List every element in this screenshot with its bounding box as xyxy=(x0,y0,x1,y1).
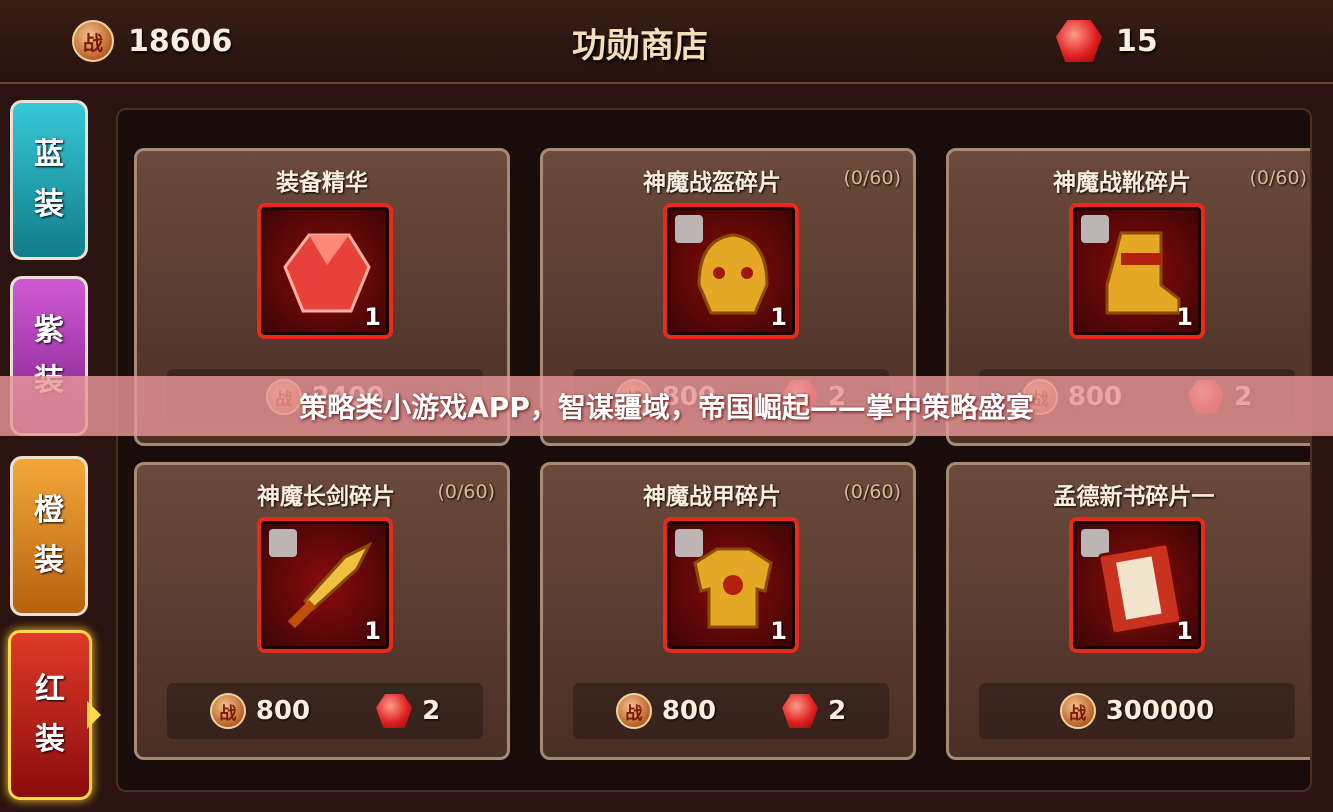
shop-item-card[interactable]: 神魔长剑碎片 (0/60) 1 战 800 2 xyxy=(134,462,510,760)
tab-label-top: 红 xyxy=(35,672,65,707)
gem-currency: 15 xyxy=(1056,20,1158,62)
item-quantity: 1 xyxy=(770,303,787,331)
price-gem: 2 xyxy=(422,696,441,726)
item-fragment-count: (0/60) xyxy=(1249,167,1308,189)
item-name: 神魔长剑碎片 xyxy=(257,484,395,510)
item-slot[interactable]: 1 xyxy=(257,517,393,653)
item-name: 神魔战盔碎片 xyxy=(643,170,781,196)
price-merit: 300000 xyxy=(1105,696,1215,726)
overlay-banner: 策略类小游戏APP，智谋疆域，帝国崛起——掌中策略盛宴 xyxy=(0,376,1333,436)
tab-label-top: 紫 xyxy=(34,313,64,348)
page-title: 功勋商店 xyxy=(572,26,708,66)
item-price: 战 800 2 xyxy=(167,683,483,739)
item-slot[interactable]: 1 xyxy=(663,517,799,653)
item-slot[interactable]: 1 xyxy=(1069,203,1205,339)
shop-panel: 装备精华 1 战 2400 神魔战盔碎片 (0/60) 1 战 800 xyxy=(116,108,1312,792)
item-name: 神魔战靴碎片 xyxy=(1053,170,1191,196)
ruby-gem-icon xyxy=(376,694,413,728)
item-slot[interactable]: 1 xyxy=(257,203,393,339)
merit-coin-icon: 战 xyxy=(615,693,652,729)
shop-item-card[interactable]: 孟德新书碎片一 1 战 300000 xyxy=(946,462,1310,760)
tab-label-bottom: 装 xyxy=(35,722,65,757)
item-name: 神魔战甲碎片 xyxy=(643,484,781,510)
ruby-gem-icon xyxy=(782,694,819,728)
helmet-icon xyxy=(697,233,769,315)
armor-icon xyxy=(693,547,773,629)
ruby-gem-icon xyxy=(1056,20,1102,62)
item-fragment-count: (0/60) xyxy=(437,481,496,503)
item-price: 战 300000 xyxy=(979,683,1295,739)
price-merit: 800 xyxy=(255,696,311,726)
tab-red-equipment[interactable]: 红 装 xyxy=(8,630,101,800)
merit-value: 18606 xyxy=(128,23,233,59)
tab-label-bottom: 装 xyxy=(34,543,64,578)
item-name: 装备精华 xyxy=(276,170,368,196)
merit-coin-icon: 战 xyxy=(72,20,114,62)
item-slot[interactable]: 1 xyxy=(663,203,799,339)
sword-icon xyxy=(287,541,373,629)
item-quantity: 1 xyxy=(1176,617,1193,645)
tab-orange-equipment[interactable]: 橙 装 xyxy=(10,456,88,616)
item-fragment-count: (0/60) xyxy=(843,167,902,189)
gem-value: 15 xyxy=(1116,23,1158,59)
item-fragment-count: (0/60) xyxy=(843,481,902,503)
price-gem: 2 xyxy=(828,696,847,726)
item-quantity: 1 xyxy=(770,617,787,645)
tab-blue-equipment[interactable]: 蓝 装 xyxy=(10,100,88,260)
item-name: 孟德新书碎片一 xyxy=(1053,484,1215,510)
merit-coin-icon: 战 xyxy=(1059,693,1096,729)
boots-icon xyxy=(1105,231,1181,315)
book-icon xyxy=(1097,542,1183,635)
merit-coin-icon: 战 xyxy=(209,693,246,729)
item-slot[interactable]: 1 xyxy=(1069,517,1205,653)
tab-label-bottom: 装 xyxy=(34,187,64,222)
tab-label-top: 蓝 xyxy=(34,137,64,172)
shop-item-card[interactable]: 神魔战甲碎片 (0/60) 1 战 800 2 xyxy=(540,462,916,760)
item-quantity: 1 xyxy=(1176,303,1193,331)
item-price: 战 800 2 xyxy=(573,683,889,739)
item-quantity: 1 xyxy=(364,617,381,645)
item-quantity: 1 xyxy=(364,303,381,331)
ruby-essence-icon xyxy=(283,233,371,313)
top-bar: 战 18606 功勋商店 15 xyxy=(0,0,1333,84)
tab-label-top: 橙 xyxy=(34,493,64,528)
price-merit: 800 xyxy=(661,696,717,726)
merit-currency: 战 18606 xyxy=(72,20,232,62)
